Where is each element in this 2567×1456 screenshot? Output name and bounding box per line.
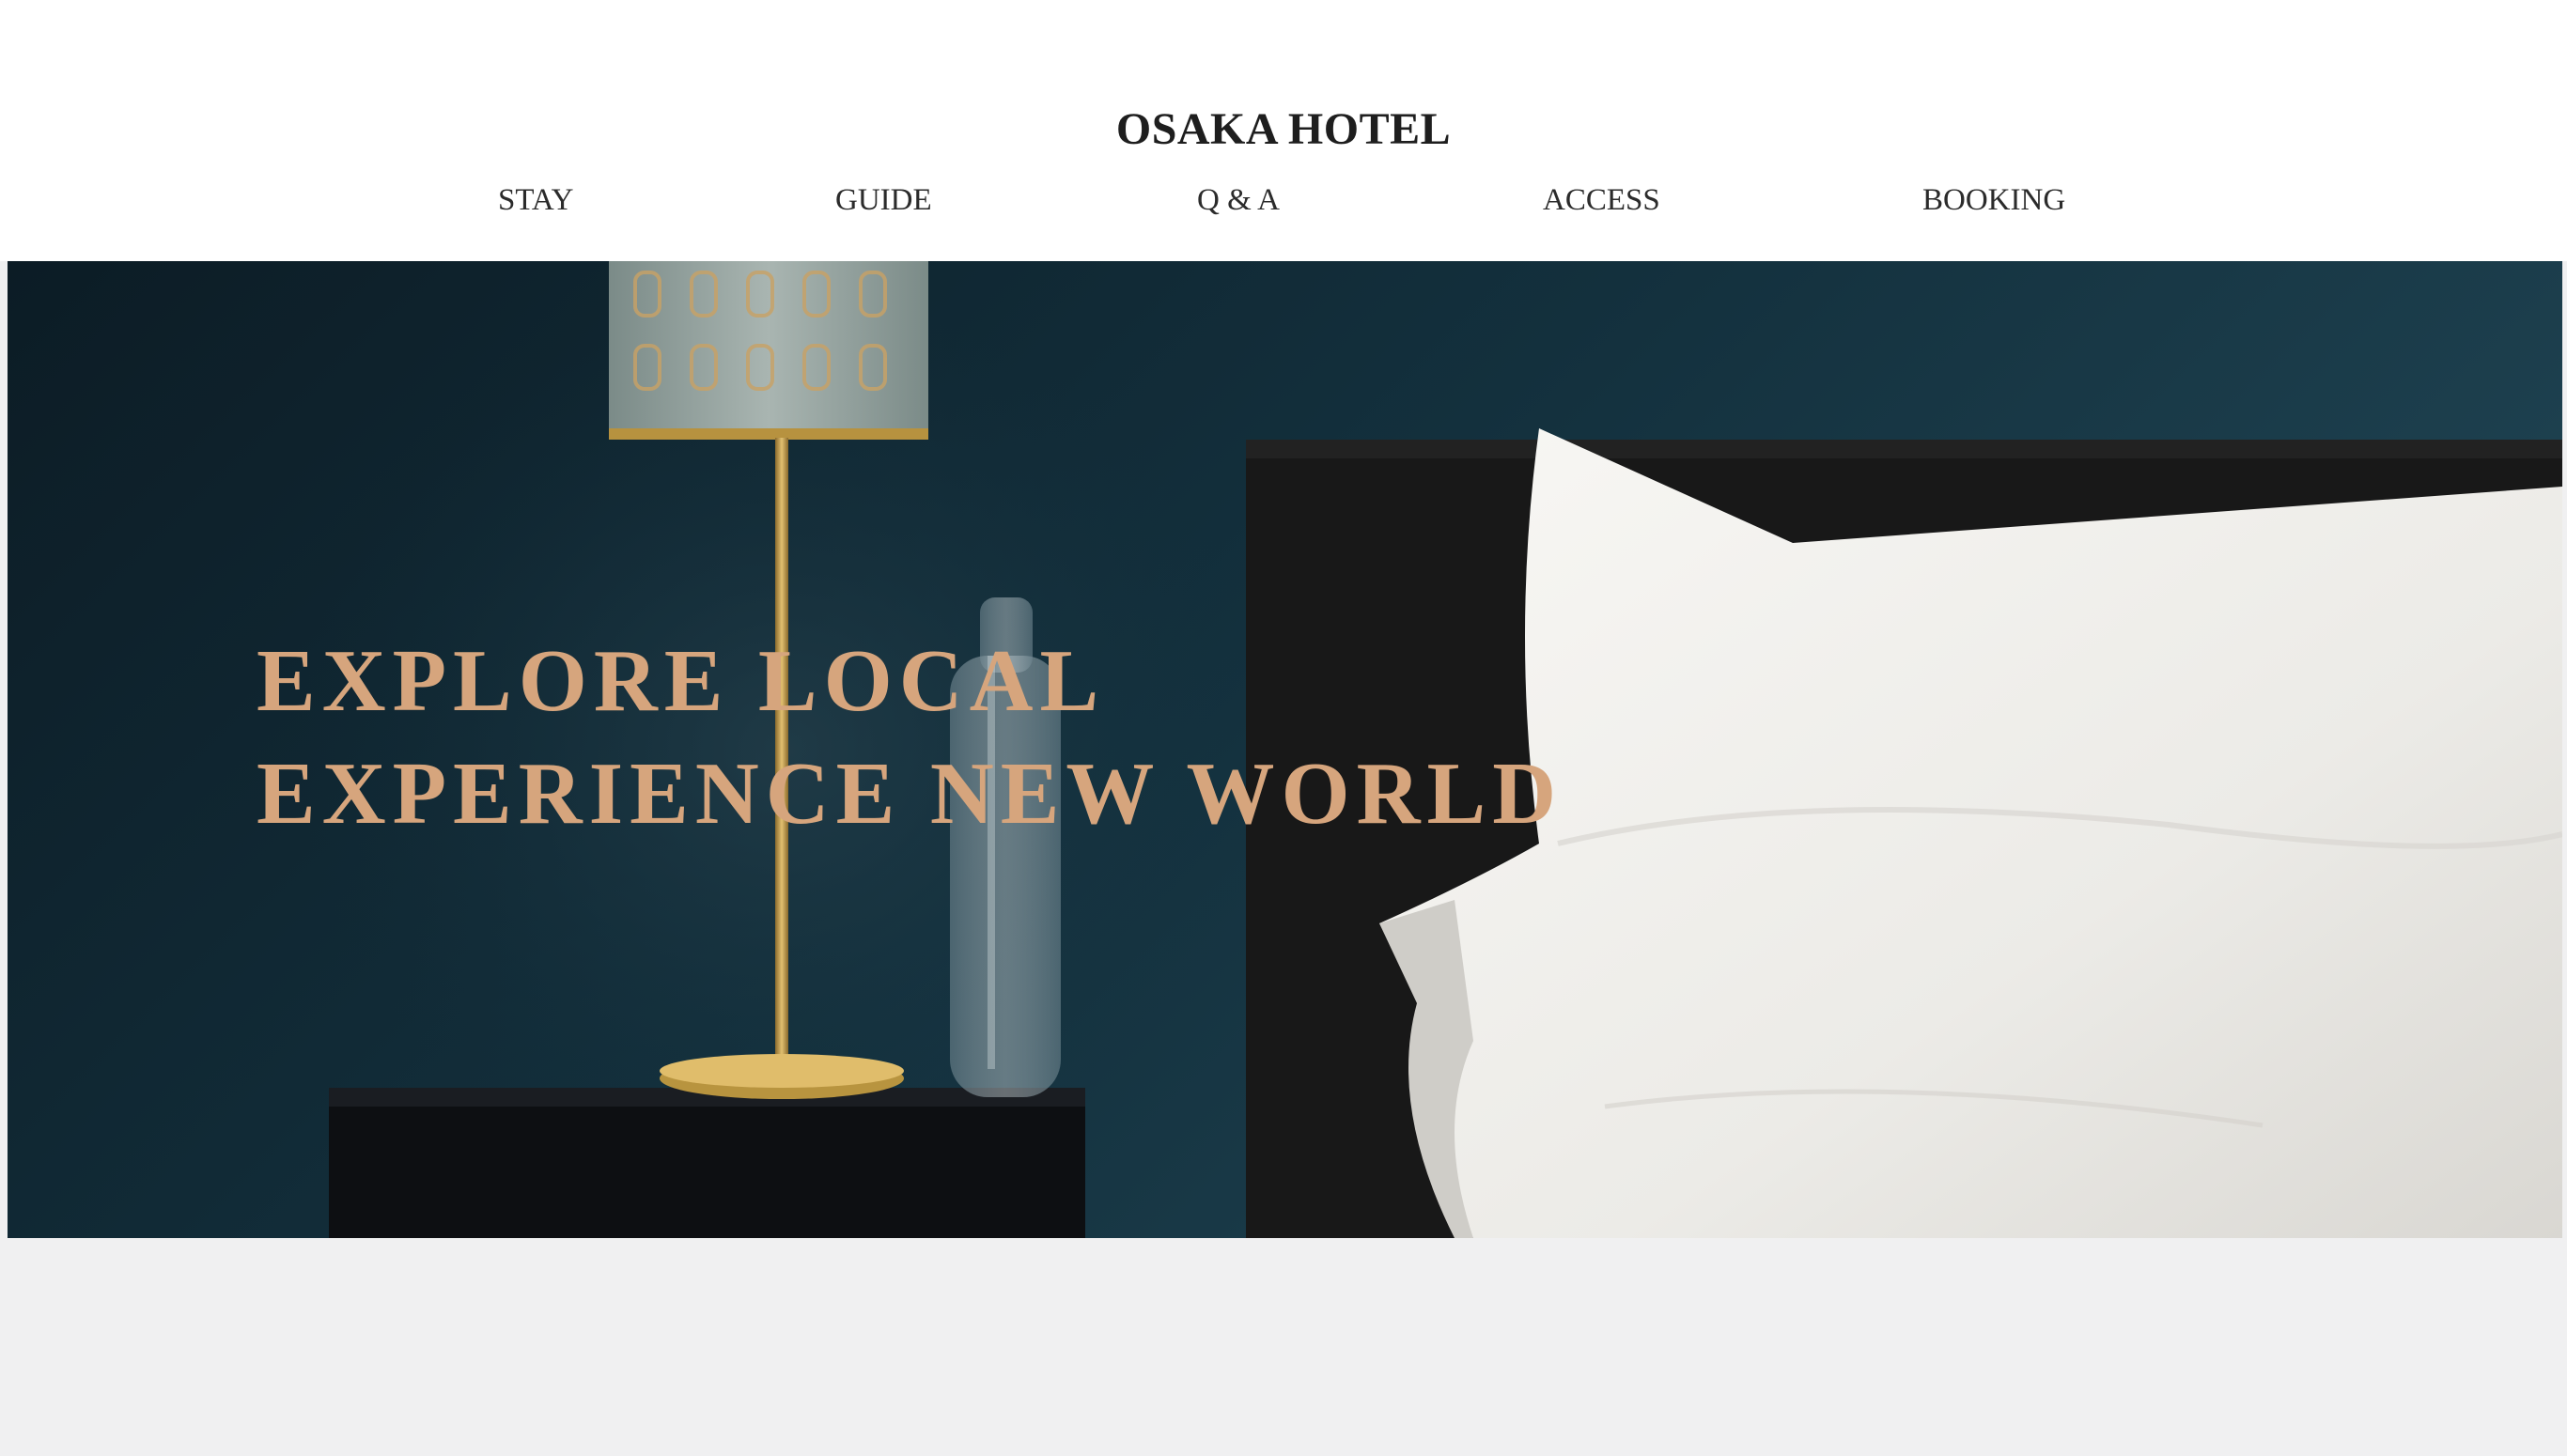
nav-stay[interactable]: STAY (498, 179, 574, 221)
nav-guide[interactable]: GUIDE (835, 179, 932, 221)
nav-booking[interactable]: BOOKING (1922, 179, 2065, 221)
hero-banner: EXPLORE LOCAL EXPERIENCE NEW WORLD (8, 261, 2562, 1238)
nav-qa[interactable]: Q & A (1197, 179, 1280, 221)
hero-headline-line2: EXPERIENCE NEW WORLD (257, 745, 1564, 843)
site-header: OSAKA HOTEL STAY GUIDE Q & A ACCESS BOOK… (0, 0, 2567, 261)
hero-headline-line1: EXPLORE LOCAL (257, 632, 1106, 730)
content-area-placeholder (0, 1238, 2567, 1456)
nav-access[interactable]: ACCESS (1543, 179, 1660, 221)
site-logo[interactable]: OSAKA HOTEL (0, 101, 2567, 158)
